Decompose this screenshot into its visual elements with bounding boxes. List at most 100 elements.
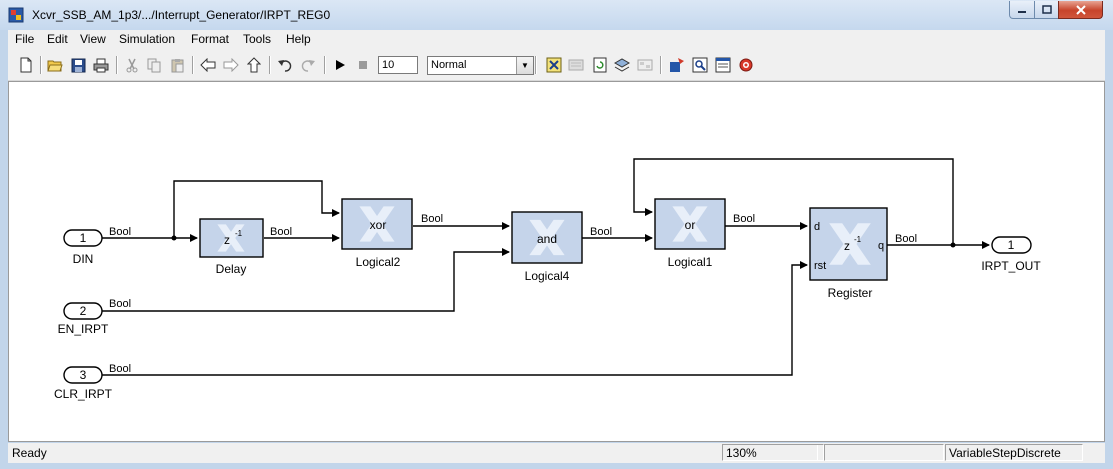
chevron-down-icon[interactable]: ▼: [516, 57, 533, 74]
copy-button[interactable]: [144, 55, 164, 75]
register-block[interactable]: d rst q z -1 Register: [809, 207, 888, 300]
minimize-button[interactable]: [1009, 1, 1035, 19]
inport-din-label: DIN: [73, 252, 94, 266]
inport-din-number: 1: [80, 231, 87, 245]
explorer-button[interactable]: [713, 55, 733, 75]
paste-button[interactable]: [167, 55, 187, 75]
menu-view[interactable]: View: [80, 32, 106, 46]
inport-en-irpt-label: EN_IRPT: [58, 322, 109, 336]
signal-label-register: Bool: [895, 233, 917, 245]
debug-button[interactable]: [667, 55, 687, 75]
delay-z: z: [224, 233, 230, 247]
inport-clr-irpt-label: CLR_IRPT: [54, 387, 113, 401]
run-icon: [336, 60, 345, 70]
app-icon: [8, 7, 24, 23]
window-title: Xcvr_SSB_AM_1p3/.../Interrupt_Generator/…: [32, 8, 331, 22]
logical1-block[interactable]: or Logical1: [654, 198, 726, 269]
menu-edit[interactable]: Edit: [47, 32, 68, 46]
open-button[interactable]: [45, 55, 65, 75]
logical4-label: Logical4: [525, 269, 570, 283]
simulation-mode-select[interactable]: Normal ▼: [427, 56, 534, 75]
logical4-block[interactable]: and Logical4: [511, 211, 583, 283]
zoom-button[interactable]: [690, 55, 710, 75]
debug-icon: [670, 58, 684, 72]
block-library-icon: [637, 59, 653, 71]
signal-label-logical2: Bool: [421, 213, 443, 225]
menu-help[interactable]: Help: [286, 32, 311, 46]
menu-simulation[interactable]: Simulation: [119, 32, 175, 46]
undo-button[interactable]: [275, 55, 295, 75]
delay-exp: -1: [235, 229, 243, 238]
stop-time-input[interactable]: 10: [378, 56, 418, 74]
block-library-button[interactable]: [635, 55, 655, 75]
delay-block[interactable]: z -1 Delay: [199, 218, 264, 276]
minimize-icon: [1018, 10, 1026, 13]
signal-label-clr: Bool: [109, 363, 131, 375]
delay-label: Delay: [216, 262, 247, 276]
library-icon: [568, 59, 584, 71]
zoom-icon: [692, 57, 708, 73]
build-button[interactable]: [544, 55, 564, 75]
signal-label-din: Bool: [109, 226, 131, 238]
toolbar: [8, 50, 1105, 81]
outport-irpt-out[interactable]: 1 IRPT_OUT: [981, 236, 1041, 273]
menu-format[interactable]: Format: [191, 32, 229, 46]
menu-tools[interactable]: Tools: [243, 32, 271, 46]
model-explorer-icon: [614, 58, 630, 72]
empty-status-cell-2: [824, 444, 944, 461]
maximize-button[interactable]: [1034, 1, 1059, 19]
logical4-op: and: [537, 232, 557, 246]
stop-button[interactable]: [353, 55, 373, 75]
signal-label-logical4: Bool: [590, 226, 612, 238]
logical1-label: Logical1: [668, 255, 713, 269]
logical2-op: xor: [370, 218, 387, 232]
close-button[interactable]: [1058, 1, 1103, 19]
target-button[interactable]: [736, 55, 756, 75]
copy-icon: [147, 58, 160, 72]
save-icon: [71, 58, 85, 72]
outport-label: IRPT_OUT: [981, 259, 1041, 273]
maximize-icon: [1041, 5, 1052, 14]
save-button[interactable]: [68, 55, 88, 75]
register-port-rst: rst: [814, 260, 826, 272]
cut-button[interactable]: [122, 55, 142, 75]
menu-bar: File Edit View Simulation Format Tools H…: [8, 30, 1105, 50]
outport-number: 1: [1008, 238, 1015, 252]
redo-icon: [301, 60, 315, 72]
inport-clr-irpt-number: 3: [80, 368, 87, 382]
inport-clr-irpt[interactable]: 3 CLR_IRPT: [54, 366, 113, 401]
library-button[interactable]: [566, 55, 586, 75]
up-button[interactable]: [244, 55, 264, 75]
target-icon: [739, 58, 753, 72]
forward-icon: [223, 58, 239, 72]
block-diagram: Bool Bool Bool Bool Bool Bool Bool Bool …: [54, 158, 1041, 401]
stop-icon: [359, 61, 367, 69]
open-icon: [47, 60, 63, 72]
paste-icon: [171, 58, 183, 72]
redo-button[interactable]: [298, 55, 318, 75]
inport-en-irpt[interactable]: 2 EN_IRPT: [58, 302, 109, 336]
undo-icon: [278, 60, 292, 72]
model-canvas[interactable]: Bool Bool Bool Bool Bool Bool Bool Bool …: [8, 81, 1105, 442]
back-icon: [200, 58, 216, 72]
inport-en-irpt-number: 2: [80, 304, 87, 318]
signal-label-logical1: Bool: [733, 213, 755, 225]
forward-button[interactable]: [221, 55, 241, 75]
zoom-level: 130%: [722, 444, 824, 461]
update-button[interactable]: [590, 55, 610, 75]
simulation-mode-value: Normal: [431, 59, 467, 71]
simulink-window: Xcvr_SSB_AM_1p3/.../Interrupt_Generator/…: [0, 0, 1113, 469]
status-text: Ready: [12, 446, 47, 460]
up-icon: [247, 57, 261, 73]
register-z: z: [844, 239, 850, 253]
back-button[interactable]: [198, 55, 218, 75]
new-button[interactable]: [16, 55, 36, 75]
run-button[interactable]: [330, 55, 350, 75]
menu-file[interactable]: File: [15, 32, 34, 46]
logical2-block[interactable]: xor Logical2: [341, 198, 413, 269]
model-explorer-button[interactable]: [612, 55, 632, 75]
inport-din[interactable]: 1 DIN: [63, 229, 103, 266]
signal-label-en: Bool: [109, 298, 131, 310]
register-port-d: d: [814, 221, 820, 233]
print-button[interactable]: [91, 55, 111, 75]
